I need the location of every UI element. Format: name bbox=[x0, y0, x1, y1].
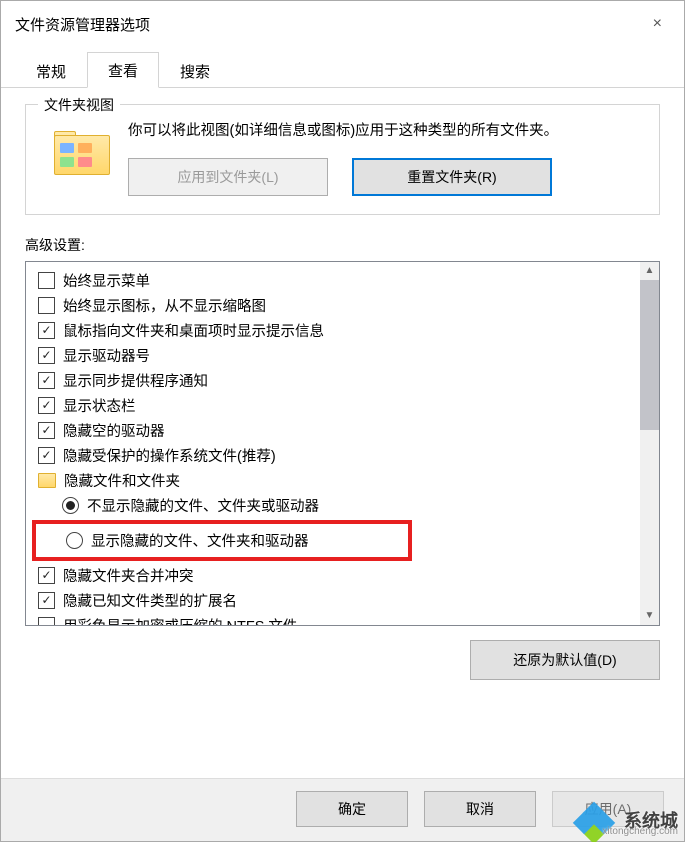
list-item[interactable]: 始终显示图标，从不显示缩略图 bbox=[38, 293, 640, 318]
radio-icon[interactable] bbox=[62, 497, 79, 514]
list-item[interactable]: ✓ 隐藏受保护的操作系统文件(推荐) bbox=[38, 443, 640, 468]
cancel-button[interactable]: 取消 bbox=[424, 791, 536, 827]
list-item[interactable]: 用彩色显示加密或压缩的 NTFS 文件 bbox=[38, 613, 640, 625]
tab-view[interactable]: 查看 bbox=[87, 52, 159, 88]
list-item[interactable]: 始终显示菜单 bbox=[38, 268, 640, 293]
list-item-label: 隐藏已知文件类型的扩展名 bbox=[63, 590, 237, 611]
tab-strip: 常规 查看 搜索 bbox=[1, 51, 684, 88]
watermark-url: xitongcheng.com bbox=[602, 826, 678, 837]
radio-icon[interactable] bbox=[66, 532, 83, 549]
scrollbar[interactable]: ▲ ▼ bbox=[640, 262, 659, 625]
titlebar: 文件资源管理器选项 × bbox=[1, 1, 684, 45]
highlighted-option: 显示隐藏的文件、文件夹和驱动器 bbox=[32, 520, 412, 561]
tab-general[interactable]: 常规 bbox=[15, 53, 87, 88]
list-item-label: 用彩色显示加密或压缩的 NTFS 文件 bbox=[63, 615, 297, 625]
dialog-window: 文件资源管理器选项 × 常规 查看 搜索 文件夹视图 你可以将此视图(如详细信息… bbox=[0, 0, 685, 842]
folder-view-group: 文件夹视图 你可以将此视图(如详细信息或图标)应用于这种类型的所有文件夹。 应用… bbox=[25, 104, 660, 215]
apply-to-folders-button: 应用到文件夹(L) bbox=[128, 158, 328, 196]
list-item-label: 鼠标指向文件夹和桌面项时显示提示信息 bbox=[63, 320, 324, 341]
tab-search[interactable]: 搜索 bbox=[159, 53, 231, 88]
list-item-label: 隐藏文件夹合并冲突 bbox=[63, 565, 194, 586]
folder-icon bbox=[54, 127, 110, 175]
checkbox-icon[interactable]: ✓ bbox=[38, 372, 55, 389]
checkbox-icon[interactable]: ✓ bbox=[38, 347, 55, 364]
checkbox-icon[interactable]: ✓ bbox=[38, 567, 55, 584]
list-item-label: 隐藏文件和文件夹 bbox=[64, 470, 180, 491]
tab-content: 文件夹视图 你可以将此视图(如详细信息或图标)应用于这种类型的所有文件夹。 应用… bbox=[1, 88, 684, 778]
checkbox-icon[interactable] bbox=[38, 272, 55, 289]
folder-icon bbox=[38, 473, 56, 488]
reset-folders-button[interactable]: 重置文件夹(R) bbox=[352, 158, 552, 196]
advanced-settings-label: 高级设置: bbox=[25, 235, 660, 255]
list-item-label: 不显示隐藏的文件、文件夹或驱动器 bbox=[87, 495, 319, 516]
watermark: 系统城 xitongcheng.com bbox=[586, 805, 678, 835]
list-item[interactable]: ✓ 显示驱动器号 bbox=[38, 343, 640, 368]
close-icon[interactable]: × bbox=[645, 13, 670, 35]
scrollbar-track[interactable] bbox=[640, 430, 659, 607]
checkbox-icon[interactable]: ✓ bbox=[38, 422, 55, 439]
checkbox-icon[interactable] bbox=[38, 617, 55, 625]
list-item[interactable]: ✓ 显示同步提供程序通知 bbox=[38, 368, 640, 393]
list-item-label: 始终显示菜单 bbox=[63, 270, 150, 291]
folder-view-desc: 你可以将此视图(如详细信息或图标)应用于这种类型的所有文件夹。 bbox=[128, 119, 641, 144]
bottom-button-bar: 确定 取消 应用(A) 系统城 xitongcheng.com bbox=[1, 778, 684, 841]
list-item[interactable]: ✓ 隐藏文件夹合并冲突 bbox=[38, 563, 640, 588]
ok-button[interactable]: 确定 bbox=[296, 791, 408, 827]
list-item-label: 显示状态栏 bbox=[63, 395, 136, 416]
list-item[interactable]: 隐藏文件和文件夹 bbox=[38, 468, 640, 493]
list-item-label: 显示隐藏的文件、文件夹和驱动器 bbox=[91, 530, 309, 551]
list-item-label: 显示驱动器号 bbox=[63, 345, 150, 366]
list-item-label: 隐藏空的驱动器 bbox=[63, 420, 165, 441]
list-item-label: 隐藏受保护的操作系统文件(推荐) bbox=[63, 445, 276, 466]
list-item[interactable]: ✓ 显示状态栏 bbox=[38, 393, 640, 418]
checkbox-icon[interactable]: ✓ bbox=[38, 322, 55, 339]
advanced-settings-list[interactable]: 始终显示菜单始终显示图标，从不显示缩略图✓鼠标指向文件夹和桌面项时显示提示信息✓… bbox=[26, 262, 640, 625]
window-title: 文件资源管理器选项 bbox=[15, 14, 645, 35]
restore-defaults-button[interactable]: 还原为默认值(D) bbox=[470, 640, 660, 680]
list-item[interactable]: 显示隐藏的文件、文件夹和驱动器 bbox=[66, 528, 402, 553]
advanced-settings-box: 始终显示菜单始终显示图标，从不显示缩略图✓鼠标指向文件夹和桌面项时显示提示信息✓… bbox=[25, 261, 660, 626]
scroll-down-icon[interactable]: ▼ bbox=[640, 607, 659, 625]
list-item-label: 显示同步提供程序通知 bbox=[63, 370, 208, 391]
checkbox-icon[interactable]: ✓ bbox=[38, 397, 55, 414]
list-item[interactable]: 不显示隐藏的文件、文件夹或驱动器 bbox=[38, 493, 640, 518]
folder-view-legend: 文件夹视图 bbox=[38, 95, 120, 115]
list-item[interactable]: ✓ 隐藏已知文件类型的扩展名 bbox=[38, 588, 640, 613]
list-item[interactable]: ✓ 鼠标指向文件夹和桌面项时显示提示信息 bbox=[38, 318, 640, 343]
checkbox-icon[interactable] bbox=[38, 297, 55, 314]
list-item-label: 始终显示图标，从不显示缩略图 bbox=[63, 295, 266, 316]
checkbox-icon[interactable]: ✓ bbox=[38, 592, 55, 609]
checkbox-icon[interactable]: ✓ bbox=[38, 447, 55, 464]
scrollbar-thumb[interactable] bbox=[640, 280, 659, 430]
list-item[interactable]: ✓ 隐藏空的驱动器 bbox=[38, 418, 640, 443]
scroll-up-icon[interactable]: ▲ bbox=[640, 262, 659, 280]
